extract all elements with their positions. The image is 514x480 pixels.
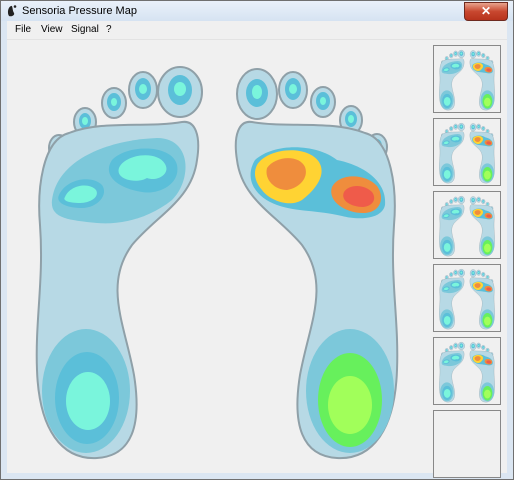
title-bar[interactable]: Sensoria Pressure Map ✕ — [1, 1, 513, 21]
window-title: Sensoria Pressure Map — [22, 5, 137, 17]
history-thumbnail-empty[interactable] — [433, 410, 501, 478]
menu-bar: File View Signal ? — [7, 21, 507, 40]
menu-help[interactable]: ? — [106, 24, 112, 35]
history-thumbnail-3[interactable] — [433, 191, 501, 259]
app-window: Sensoria Pressure Map ✕ File View Signal… — [0, 0, 514, 480]
history-thumbnail-4[interactable] — [433, 264, 501, 332]
client-area — [7, 40, 507, 478]
pressure-map-canvas[interactable] — [7, 40, 427, 470]
history-thumbnail-5[interactable] — [433, 337, 501, 405]
close-button[interactable]: ✕ — [464, 2, 508, 21]
menu-file[interactable]: File — [15, 24, 31, 35]
left-foot-map — [35, 66, 204, 460]
menu-view[interactable]: View — [41, 24, 63, 35]
right-foot-map — [234, 68, 399, 460]
history-thumbnail-2[interactable] — [433, 118, 501, 186]
menu-signal[interactable]: Signal — [71, 24, 99, 35]
history-thumbnail-1[interactable] — [433, 45, 501, 113]
app-icon — [7, 5, 17, 17]
